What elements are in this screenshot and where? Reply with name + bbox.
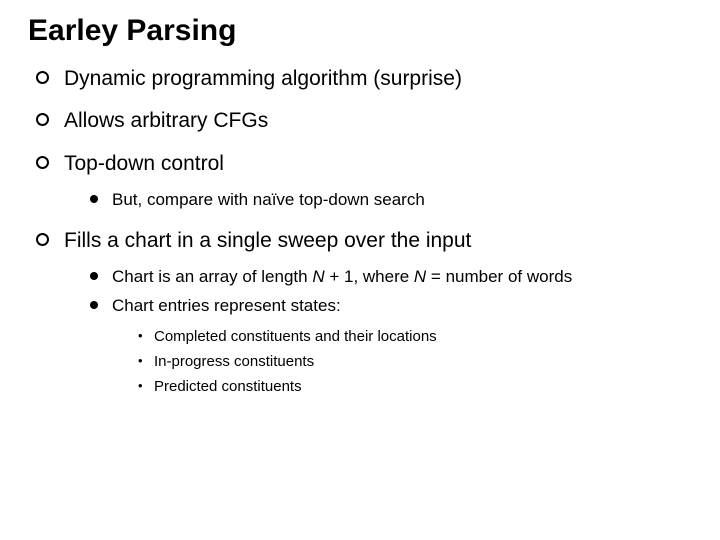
bullet-text: Predicted constituents bbox=[154, 378, 302, 395]
bullet-list-level2: Chart is an array of length N + 1, where… bbox=[64, 266, 692, 397]
slide-title: Earley Parsing bbox=[28, 14, 692, 48]
bullet-item: Dynamic programming algorithm (surprise) bbox=[36, 66, 692, 92]
bullet-text: Completed constituents and their locatio… bbox=[154, 328, 437, 345]
bullet-item: Chart entries represent states: Complete… bbox=[90, 295, 692, 397]
bullet-text: Dynamic programming algorithm (surprise) bbox=[64, 67, 462, 90]
bullet-text: But, compare with naïve top-down search bbox=[112, 190, 425, 209]
italic-var: N bbox=[312, 267, 324, 286]
bullet-item: But, compare with naïve top-down search bbox=[90, 189, 692, 212]
bullet-item: Predicted constituents bbox=[138, 376, 692, 397]
bullet-list-level2: But, compare with naïve top-down search bbox=[64, 189, 692, 212]
bullet-text: + 1, where bbox=[325, 267, 414, 286]
bullet-item: Allows arbitrary CFGs bbox=[36, 108, 692, 134]
slide: Earley Parsing Dynamic programming algor… bbox=[0, 0, 720, 540]
bullet-list-level3: Completed constituents and their locatio… bbox=[112, 326, 692, 397]
bullet-text: Chart is an array of length bbox=[112, 267, 312, 286]
bullet-item: Fills a chart in a single sweep over the… bbox=[36, 228, 692, 397]
bullet-text: Fills a chart in a single sweep over the… bbox=[64, 229, 471, 252]
italic-var: N bbox=[414, 267, 426, 286]
bullet-item: In-progress constituents bbox=[138, 351, 692, 372]
bullet-text: Top-down control bbox=[64, 152, 224, 175]
bullet-item: Top-down control But, compare with naïve… bbox=[36, 151, 692, 212]
bullet-list-level1: Dynamic programming algorithm (surprise)… bbox=[28, 66, 692, 397]
bullet-text: Chart entries represent states: bbox=[112, 296, 341, 315]
bullet-text: Allows arbitrary CFGs bbox=[64, 109, 268, 132]
bullet-text: = number of words bbox=[426, 267, 572, 286]
bullet-item: Completed constituents and their locatio… bbox=[138, 326, 692, 347]
bullet-item: Chart is an array of length N + 1, where… bbox=[90, 266, 692, 289]
bullet-text: In-progress constituents bbox=[154, 353, 314, 370]
